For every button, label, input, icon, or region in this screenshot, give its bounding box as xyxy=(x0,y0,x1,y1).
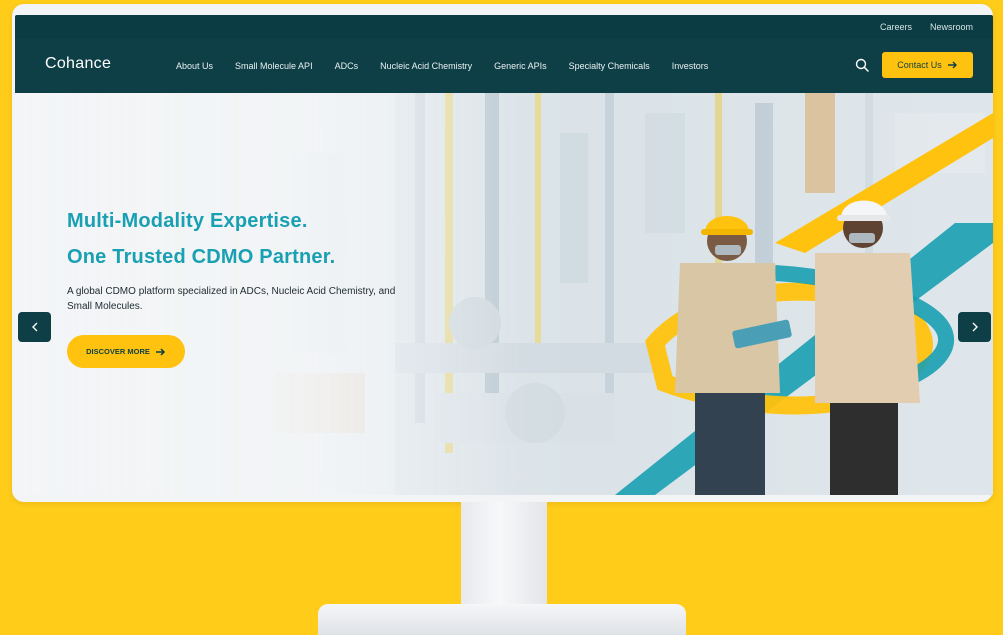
arrow-right-icon xyxy=(947,61,957,69)
chevron-left-icon xyxy=(31,322,37,332)
hero-subtitle: A global CDMO platform specialized in AD… xyxy=(67,286,396,312)
discover-more-button[interactable]: DISCOVER MORE xyxy=(67,335,185,368)
hero-title-line2: One Trusted CDMO Partner. xyxy=(67,246,336,268)
discover-more-label: DISCOVER MORE xyxy=(86,347,150,356)
nav-item-generic-apis[interactable]: Generic APIs xyxy=(494,61,547,71)
monitor-stand-neck xyxy=(461,502,547,614)
hero-title-line1: Multi-Modality Expertise. xyxy=(67,210,308,232)
nav-items: About Us Small Molecule API ADCs Nucleic… xyxy=(176,39,730,93)
arrow-right-icon xyxy=(155,347,165,356)
contact-us-label: Contact Us xyxy=(897,60,942,70)
hero-banner: Multi-Modality Expertise. One Trusted CD… xyxy=(15,93,993,495)
nav-item-adcs[interactable]: ADCs xyxy=(335,61,359,71)
nav-item-small-molecule-api[interactable]: Small Molecule API xyxy=(235,61,313,71)
search-icon[interactable] xyxy=(855,58,869,72)
carousel-next-button[interactable] xyxy=(958,312,991,342)
logo[interactable]: Cohance xyxy=(45,55,111,73)
nav-item-specialty-chemicals[interactable]: Specialty Chemicals xyxy=(569,61,650,71)
nav-item-investors[interactable]: Investors xyxy=(672,61,709,71)
contact-us-button[interactable]: Contact Us xyxy=(882,52,973,78)
newsroom-link[interactable]: Newsroom xyxy=(930,22,973,32)
monitor-screen: Careers Newsroom Cohance About Us Small … xyxy=(15,15,993,495)
nav-item-nucleic-acid-chemistry[interactable]: Nucleic Acid Chemistry xyxy=(380,61,472,71)
carousel-prev-button[interactable] xyxy=(18,312,51,342)
utility-bar: Careers Newsroom xyxy=(15,15,993,39)
careers-link[interactable]: Careers xyxy=(880,22,912,32)
monitor-stand-base xyxy=(318,604,686,635)
chevron-right-icon xyxy=(972,322,978,332)
nav-item-about-us[interactable]: About Us xyxy=(176,61,213,71)
main-nav: Cohance About Us Small Molecule API ADCs… xyxy=(15,39,993,93)
